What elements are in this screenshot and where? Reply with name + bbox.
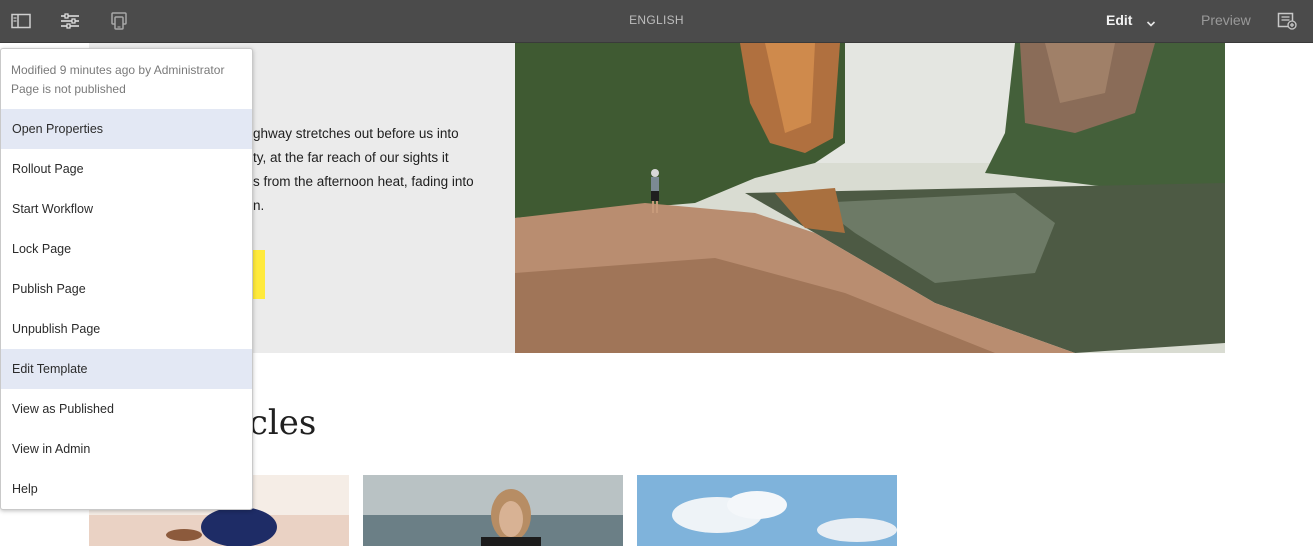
menu-item-open-properties[interactable]: Open Properties [1,109,252,149]
menu-item-start-workflow[interactable]: Start Workflow [1,189,252,229]
hero-paragraph-line: s from the afternoon heat, fading into [253,174,474,189]
hero-paragraph: ghway stretches out before us into ty, a… [253,122,503,218]
modified-status-text: Modified 9 minutes ago by Administrator [11,63,225,77]
menu-item-view-as-published[interactable]: View as Published [1,389,252,429]
article-card-image[interactable] [637,475,897,546]
menu-item-view-in-admin[interactable]: View in Admin [1,429,252,469]
hero-cta-button[interactable] [251,250,265,299]
hero-canyon-image [515,43,1225,353]
edit-mode-button[interactable]: Edit [1106,12,1132,28]
menu-item-help[interactable]: Help [1,469,252,509]
publish-status-text: Page is not published [11,82,126,96]
hero-paragraph-line: ty, at the far reach of our sights it [253,150,449,165]
menu-item-lock-page[interactable]: Lock Page [1,229,252,269]
hero-paragraph-line: n. [253,198,265,213]
page-information-menu: Modified 9 minutes ago by Administrator … [0,48,253,510]
annotations-icon[interactable] [1276,10,1298,32]
chevron-down-icon[interactable] [1146,15,1156,33]
page-status: Modified 9 minutes ago by Administrator … [11,61,224,99]
hero-paragraph-line: ghway stretches out before us into [253,126,459,141]
preview-button[interactable]: Preview [1201,12,1251,28]
menu-item-publish-page[interactable]: Publish Page [1,269,252,309]
menu-item-rollout-page[interactable]: Rollout Page [1,149,252,189]
menu-item-unpublish-page[interactable]: Unpublish Page [1,309,252,349]
menu-item-edit-template[interactable]: Edit Template [1,349,252,389]
editor-toolbar: ENGLISH Edit Preview [0,0,1313,43]
article-card-image[interactable] [363,475,623,546]
